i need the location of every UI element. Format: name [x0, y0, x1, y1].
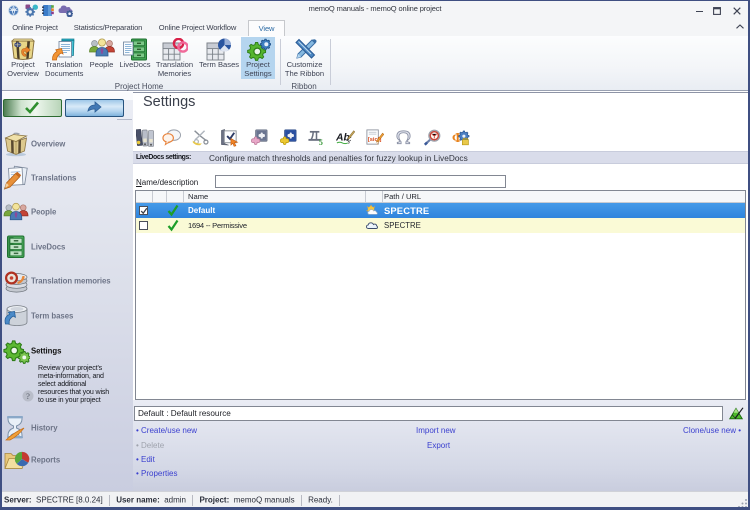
svg-text:?: ?	[26, 391, 30, 401]
svg-text:5: 5	[319, 138, 323, 147]
